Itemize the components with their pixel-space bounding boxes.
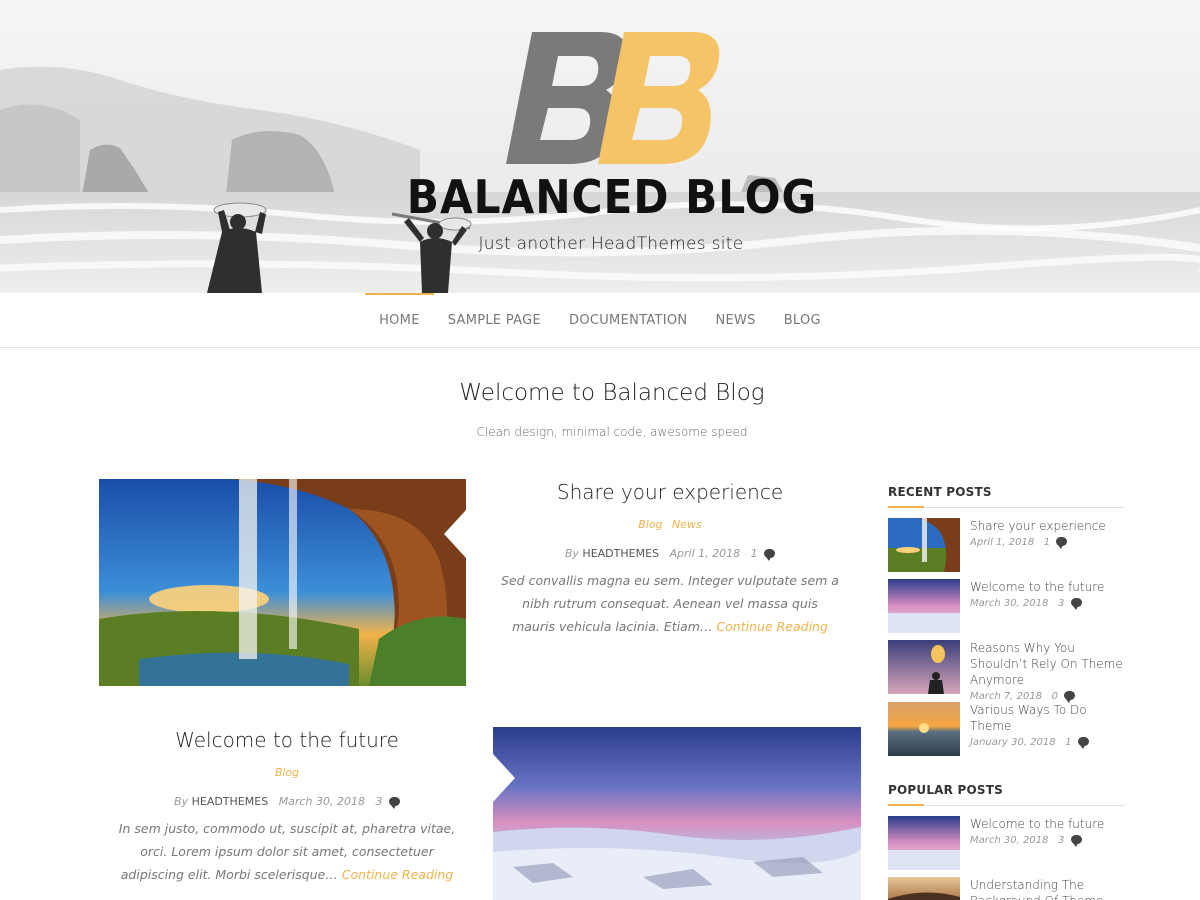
nav-item-sample-page[interactable]: SAMPLE PAGE: [447, 293, 542, 348]
comment-bubble-icon[interactable]: [388, 797, 400, 809]
popular-post-info: Understanding The Background Of Theme: [970, 877, 1128, 900]
main-navigation: HOME SAMPLE PAGE DOCUMENTATION NEWS BLOG: [0, 292, 1200, 348]
continue-reading-link[interactable]: Continue Reading: [716, 619, 827, 634]
recent-post-comment-count[interactable]: 3: [1058, 598, 1064, 609]
post-thumbnail-snow-landscape[interactable]: [493, 727, 861, 900]
recent-post-comment-count[interactable]: 1: [1044, 537, 1050, 548]
nav-item-blog[interactable]: BLOG: [783, 293, 822, 348]
site-tagline: Just another HeadThemes site: [478, 234, 744, 254]
recent-post-item[interactable]: Welcome to the future March 30, 2018 3: [888, 579, 1128, 633]
site-title[interactable]: BALANCED BLOG: [49, 170, 1175, 224]
page-title: Welcome to Balanced Blog: [459, 380, 765, 406]
recent-post-comment-count[interactable]: 0: [1052, 691, 1058, 702]
post-by: By: [174, 795, 189, 808]
post-comment-count[interactable]: 1: [751, 547, 758, 560]
post-date: March 30, 2018: [278, 795, 365, 808]
popular-post-title[interactable]: Understanding The Background Of Theme: [970, 877, 1128, 900]
popular-post-comment-count[interactable]: 3: [1058, 835, 1064, 846]
popular-post-title[interactable]: Welcome to the future: [970, 816, 1130, 832]
nav-item-news[interactable]: NEWS: [714, 293, 756, 348]
recent-post-comment-count[interactable]: 1: [1065, 737, 1071, 748]
recent-post-meta: March 7, 2018 0: [970, 691, 1130, 703]
widget-title-popular-posts: POPULAR POSTS: [888, 783, 1125, 806]
recent-post-date: March 30, 2018: [970, 598, 1049, 609]
comment-bubble-icon[interactable]: [1077, 737, 1089, 749]
recent-post-title[interactable]: Various Ways To Do Theme: [970, 702, 1130, 734]
category-link[interactable]: News: [672, 518, 702, 531]
recent-post-meta: March 30, 2018 3: [970, 598, 1130, 610]
recent-post-title[interactable]: Share your experience: [970, 518, 1130, 534]
comment-bubble-icon[interactable]: [1064, 691, 1076, 703]
recent-post-info: Various Ways To Do Theme January 30, 201…: [970, 702, 1130, 749]
site-logo[interactable]: [500, 28, 720, 168]
comment-bubble-icon[interactable]: [1056, 537, 1068, 549]
post-thumbnail-waterfall[interactable]: [99, 479, 466, 686]
recent-post-meta: April 1, 2018 1: [970, 537, 1130, 549]
recent-post-title[interactable]: Reasons Why You Shouldn’t Rely On Theme …: [970, 640, 1130, 688]
post-excerpt: In sem justo, commodo ut, suscipit at, p…: [112, 817, 462, 886]
recent-post-item[interactable]: Various Ways To Do Theme January 30, 201…: [888, 702, 1128, 756]
recent-post-thumbnail[interactable]: [888, 702, 960, 756]
post-card: Welcome to the future Blog By HEADTHEMES…: [112, 728, 462, 886]
nav-item-documentation[interactable]: DOCUMENTATION: [568, 293, 688, 348]
site-header: BALANCED BLOG Just another HeadThemes si…: [0, 0, 1200, 293]
popular-post-item[interactable]: Welcome to the future March 30, 2018 3: [888, 816, 1128, 870]
post-categories: Blog: [112, 766, 462, 779]
recent-post-info: Welcome to the future March 30, 2018 3: [970, 579, 1130, 610]
popular-post-item[interactable]: Understanding The Background Of Theme: [888, 877, 1128, 900]
post-card: Share your experience Blog News By HEADT…: [500, 480, 840, 638]
popular-post-meta: March 30, 2018 3: [970, 835, 1130, 847]
recent-post-info: Reasons Why You Shouldn’t Rely On Theme …: [970, 640, 1130, 703]
post-categories: Blog News: [500, 518, 840, 531]
recent-post-date: January 30, 2018: [970, 737, 1056, 748]
recent-post-date: April 1, 2018: [970, 537, 1035, 548]
post-date: April 1, 2018: [669, 547, 741, 560]
recent-post-title[interactable]: Welcome to the future: [970, 579, 1130, 595]
post-title[interactable]: Welcome to the future: [112, 728, 462, 752]
recent-post-item[interactable]: Share your experience April 1, 2018 1: [888, 518, 1128, 572]
recent-post-info: Share your experience April 1, 2018 1: [970, 518, 1130, 549]
comment-bubble-icon[interactable]: [1070, 598, 1082, 610]
post-excerpt: Sed convallis magna eu sem. Integer vulp…: [500, 569, 840, 638]
recent-post-meta: January 30, 2018 1: [970, 737, 1130, 749]
category-link[interactable]: Blog: [638, 518, 662, 531]
popular-post-thumbnail[interactable]: [888, 816, 960, 870]
recent-post-thumbnail[interactable]: [888, 579, 960, 633]
recent-post-thumbnail[interactable]: [888, 640, 960, 694]
continue-reading-link[interactable]: Continue Reading: [342, 867, 453, 882]
nav-item-home[interactable]: HOME: [365, 292, 434, 348]
post-by: By: [564, 547, 579, 560]
popular-post-thumbnail[interactable]: [888, 877, 960, 900]
comment-bubble-icon[interactable]: [1070, 835, 1082, 847]
recent-post-item[interactable]: Reasons Why You Shouldn’t Rely On Theme …: [888, 640, 1128, 703]
recent-post-date: March 7, 2018: [970, 691, 1043, 702]
page-subtitle: Clean design, minimal code, awesome spee…: [476, 425, 748, 439]
popular-post-info: Welcome to the future March 30, 2018 3: [970, 816, 1130, 847]
recent-post-thumbnail[interactable]: [888, 518, 960, 572]
category-link[interactable]: Blog: [275, 766, 299, 779]
post-title[interactable]: Share your experience: [500, 480, 840, 504]
thumbnail-notch: [444, 510, 466, 558]
popular-post-date: March 30, 2018: [970, 835, 1049, 846]
post-author[interactable]: HEADTHEMES: [582, 547, 659, 560]
post-meta: By HEADTHEMES April 1, 2018 1: [500, 547, 840, 561]
comment-bubble-icon[interactable]: [764, 549, 776, 561]
widget-title-recent-posts: RECENT POSTS: [888, 485, 1125, 508]
post-comment-count[interactable]: 3: [375, 795, 382, 808]
thumbnail-notch: [493, 754, 515, 802]
post-meta: By HEADTHEMES March 30, 2018 3: [112, 795, 462, 809]
post-author[interactable]: HEADTHEMES: [192, 795, 269, 808]
